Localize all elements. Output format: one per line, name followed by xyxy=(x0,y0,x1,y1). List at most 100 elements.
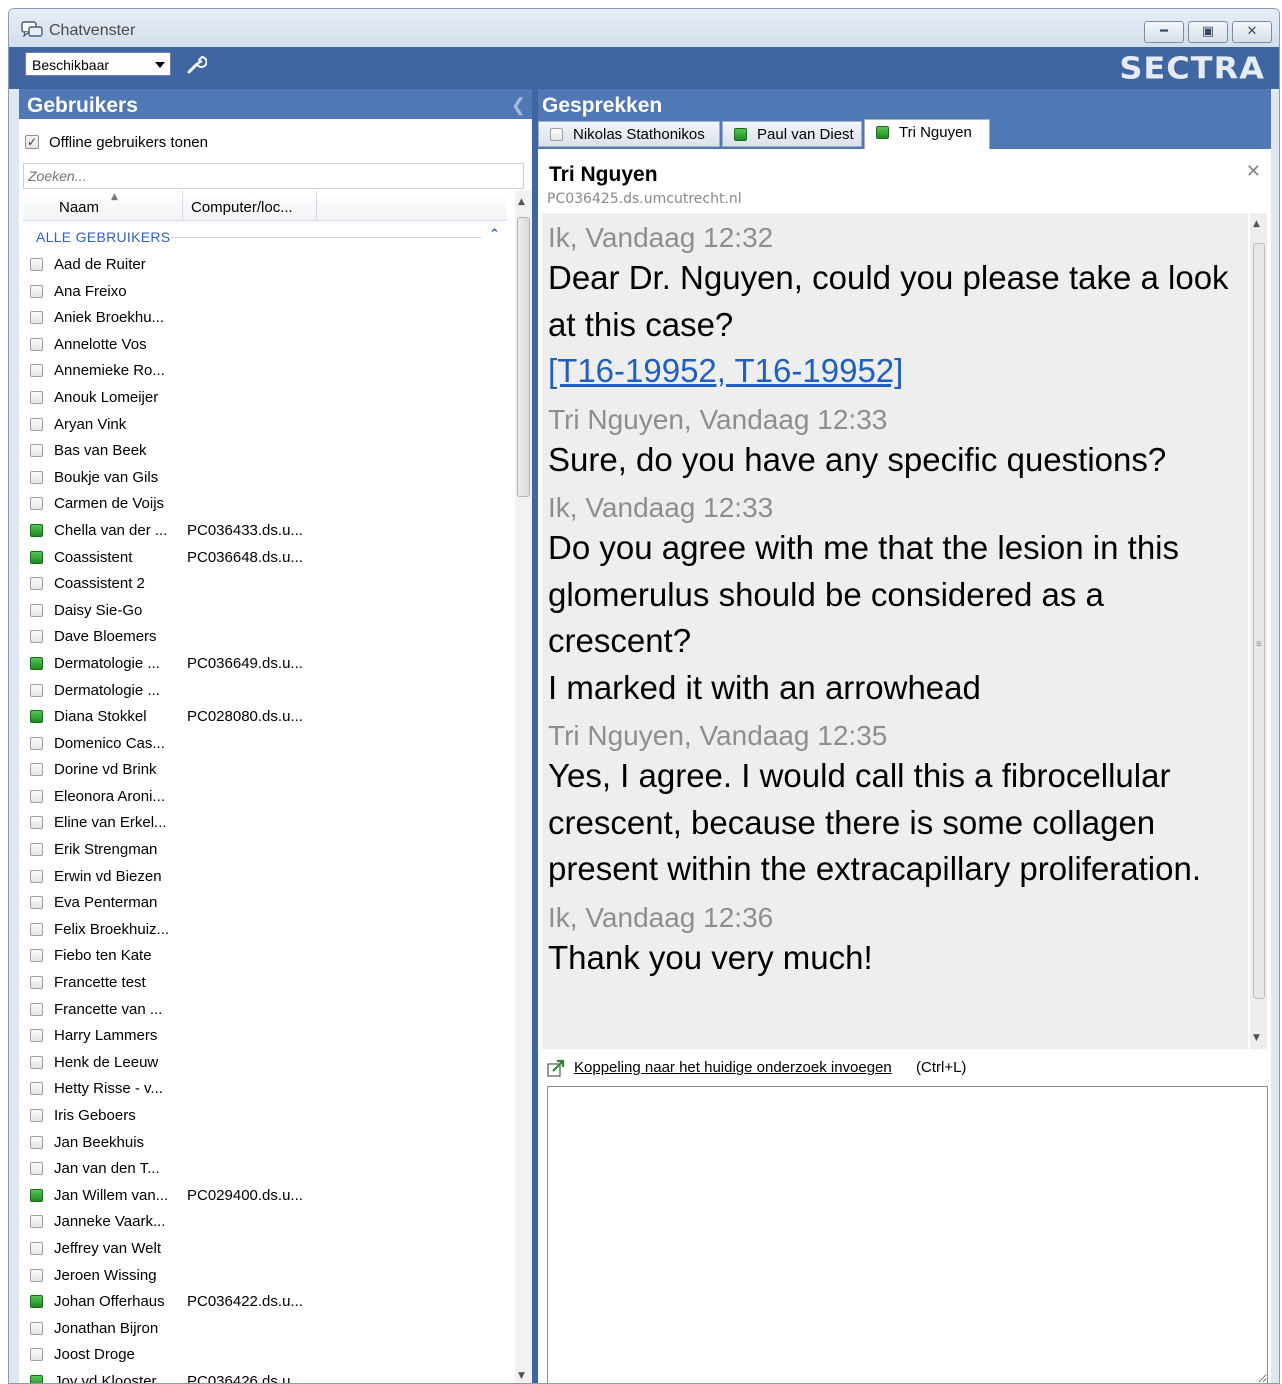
user-row[interactable]: Anouk Lomeijer xyxy=(23,385,507,412)
scroll-down-icon[interactable]: ▼ xyxy=(518,1371,525,1381)
insert-link-button[interactable]: Koppeling naar het huidige onderzoek inv… xyxy=(574,1059,892,1076)
scrollbar-thumb[interactable] xyxy=(517,217,530,497)
column-name[interactable]: Naam ▲ xyxy=(23,191,183,221)
user-row[interactable]: Coassistent 2 xyxy=(23,571,507,598)
user-row[interactable]: Henk de Leeuw xyxy=(23,1050,507,1077)
user-row[interactable]: Joy vd Klooster PC036426.ds.u... xyxy=(23,1369,507,1383)
user-row[interactable]: Boukje van Gils xyxy=(23,465,507,492)
user-row[interactable]: Annemieke Ro... xyxy=(23,358,507,385)
chat-app-icon xyxy=(21,21,43,38)
user-row[interactable]: Erik Strengman xyxy=(23,837,507,864)
user-name: Joost Droge xyxy=(54,1346,135,1364)
user-row[interactable]: Dave Bloemers xyxy=(23,624,507,651)
user-name: Chella van der ... xyxy=(54,521,168,539)
user-computer: PC029400.ds.u... xyxy=(187,1186,303,1204)
user-row[interactable]: Iris Geboers xyxy=(23,1103,507,1130)
user-row[interactable]: Dermatologie ... PC036649.ds.u... xyxy=(23,651,507,678)
user-row[interactable]: Domenico Cas... xyxy=(23,731,507,758)
user-name: Jan Beekhuis xyxy=(54,1133,145,1151)
user-name: Aad de Ruiter xyxy=(54,256,146,273)
messages-scrollbar[interactable]: ▲ ≡ ▼ xyxy=(1250,213,1267,1049)
user-row[interactable]: Annelotte Vos xyxy=(23,332,507,359)
user-name: Hetty Risse - v... xyxy=(54,1080,163,1098)
user-row[interactable]: Aryan Vink xyxy=(23,412,507,439)
user-row[interactable]: Coassistent PC036648.ds.u... xyxy=(23,545,507,572)
collapse-chevron-icon[interactable]: ❮ xyxy=(511,95,526,116)
message-header: Ik, Vandaag 12:32 xyxy=(548,222,774,253)
tab-paul-van-diest[interactable]: Paul van Diest xyxy=(722,121,862,147)
user-row[interactable]: Chella van der ... PC036433.ds.u... xyxy=(23,518,507,545)
user-row[interactable]: Jeffrey van Welt xyxy=(23,1236,507,1263)
case-link[interactable]: [T16-19952, T16-19952] xyxy=(548,348,1248,395)
users-scrollbar[interactable]: ▲ ▼ xyxy=(515,191,532,1383)
user-row[interactable]: Aniek Broekhu... xyxy=(23,305,507,332)
user-name: Francette test xyxy=(54,974,146,992)
minimize-icon: ━ xyxy=(1160,24,1168,39)
user-row[interactable]: Joost Droge xyxy=(23,1342,507,1369)
user-row[interactable]: Jan Willem van... PC029400.ds.u... xyxy=(23,1183,507,1210)
contact-name: Tri Nguyen xyxy=(549,163,658,186)
group-divider xyxy=(171,237,481,238)
offline-status-icon xyxy=(30,683,43,697)
wrench-icon[interactable] xyxy=(185,53,207,75)
user-row[interactable]: Jan Beekhuis xyxy=(23,1130,507,1157)
user-row[interactable]: Jonathan Bijron xyxy=(23,1316,507,1343)
close-conversation-icon[interactable]: ✕ xyxy=(1246,161,1261,182)
scroll-down-icon[interactable]: ▼ xyxy=(1253,1033,1260,1043)
tab-tri-nguyen[interactable]: Tri Nguyen xyxy=(864,119,990,149)
user-name: Harry Lammers xyxy=(54,1027,158,1045)
offline-status-icon xyxy=(30,763,43,777)
user-row[interactable]: Eleonora Aroni... xyxy=(23,784,507,811)
user-row[interactable]: Erwin vd Biezen xyxy=(23,864,507,891)
user-row[interactable]: Jeroen Wissing xyxy=(23,1263,507,1290)
user-row[interactable]: Francette test xyxy=(23,970,507,997)
user-row[interactable]: Eva Penterman xyxy=(23,890,507,917)
offline-status-icon xyxy=(30,1241,43,1255)
user-row[interactable]: Hetty Risse - v... xyxy=(23,1076,507,1103)
scrollbar-thumb[interactable]: ≡ xyxy=(1253,243,1265,999)
online-status-icon xyxy=(30,1374,43,1383)
user-row[interactable]: Bas van Beek xyxy=(23,438,507,465)
show-offline-checkbox[interactable]: ✓ xyxy=(25,135,39,149)
user-name: Dorine vd Brink xyxy=(54,761,157,779)
maximize-button[interactable]: ▣ xyxy=(1188,21,1228,43)
user-row[interactable]: Dermatologie ... xyxy=(23,678,507,705)
offline-status-icon xyxy=(30,949,43,963)
user-row[interactable]: Janneke Vaark... xyxy=(23,1209,507,1236)
user-row[interactable]: Ana Freixo xyxy=(23,279,507,306)
user-row[interactable]: Francette van ... xyxy=(23,997,507,1024)
offline-status-icon xyxy=(30,1002,43,1016)
online-status-icon xyxy=(30,550,43,564)
user-row[interactable]: Fiebo ten Kate xyxy=(23,943,507,970)
minimize-button[interactable]: ━ xyxy=(1144,21,1184,43)
user-group-label: ALLE GEBRUIKERS xyxy=(36,229,171,245)
message-header: Tri Nguyen, Vandaag 12:35 xyxy=(548,720,888,751)
user-search-input[interactable] xyxy=(23,163,524,189)
chevron-up-icon[interactable]: ⌃ xyxy=(489,227,500,242)
user-row[interactable]: Eline van Erkel... xyxy=(23,810,507,837)
message-header: Ik, Vandaag 12:36 xyxy=(548,901,774,933)
user-row[interactable]: Felix Broekhuiz... xyxy=(23,917,507,944)
user-row[interactable]: Diana Stokkel PC028080.ds.u... xyxy=(23,704,507,731)
scroll-up-icon[interactable]: ▲ xyxy=(518,197,525,207)
tab-nikolas-stathonikos[interactable]: Nikolas Stathonikos xyxy=(538,121,720,147)
user-row[interactable]: Johan Offerhaus PC036422.ds.u... xyxy=(23,1289,507,1316)
scroll-up-icon[interactable]: ▲ xyxy=(1253,219,1260,229)
user-row[interactable]: Daisy Sie-Go xyxy=(23,598,507,625)
user-group-header[interactable]: ALLE GEBRUIKERS ⌃ xyxy=(23,225,507,249)
user-row[interactable]: Dorine vd Brink xyxy=(23,757,507,784)
user-computer: PC028080.ds.u... xyxy=(187,708,303,726)
show-offline-label: Offline gebruikers tonen xyxy=(49,134,208,151)
user-row[interactable]: Carmen de Voijs xyxy=(23,491,507,518)
user-row[interactable]: Aad de Ruiter xyxy=(23,252,507,279)
user-row[interactable]: Jan van den T... xyxy=(23,1156,507,1183)
offline-status-icon xyxy=(30,417,43,431)
offline-status-icon xyxy=(30,470,43,484)
conversations-panel-title: Gesprekken xyxy=(542,94,663,117)
message-compose-input[interactable] xyxy=(547,1086,1268,1383)
user-name: Iris Geboers xyxy=(54,1107,136,1124)
column-computer[interactable]: Computer/loc... xyxy=(183,191,317,221)
close-window-button[interactable]: ✕ xyxy=(1232,21,1272,43)
user-row[interactable]: Harry Lammers xyxy=(23,1023,507,1050)
status-select[interactable]: Beschikbaar xyxy=(25,52,171,76)
